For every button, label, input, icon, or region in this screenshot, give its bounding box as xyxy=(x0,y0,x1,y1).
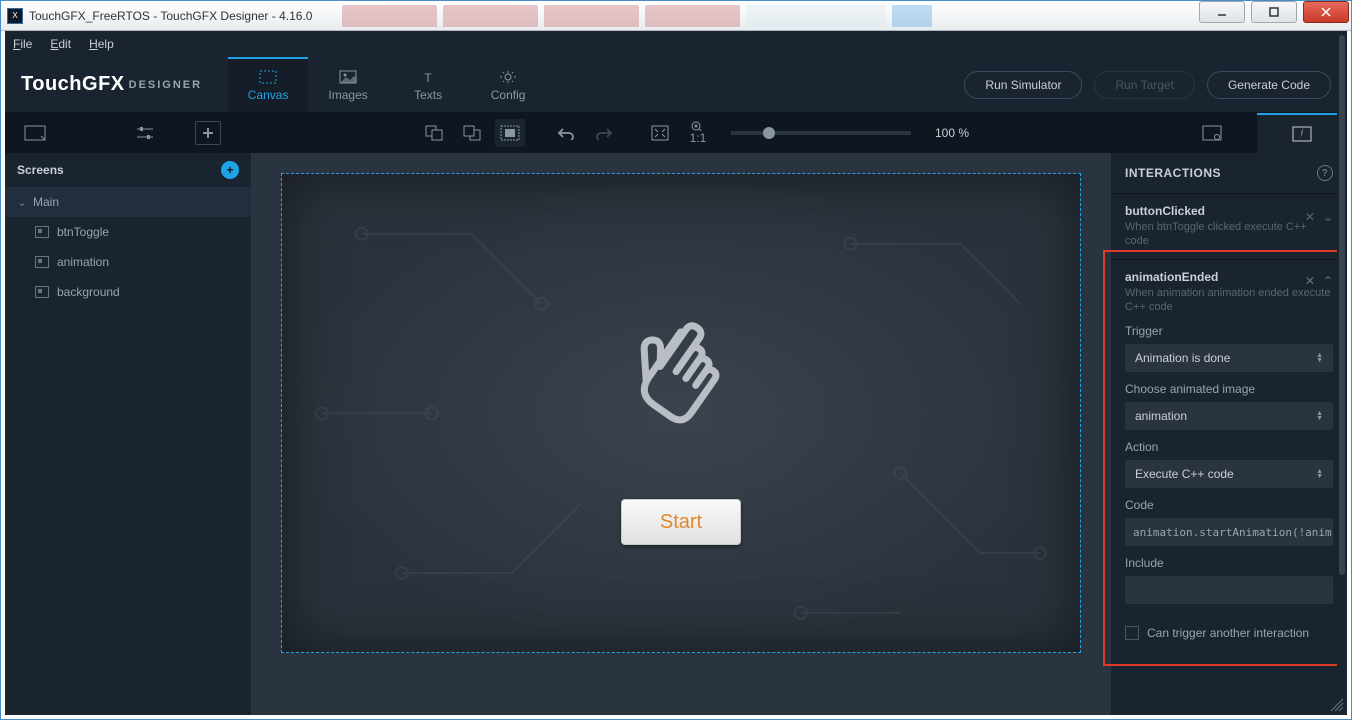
config-icon xyxy=(499,70,517,84)
interactions-panel-icon[interactable] xyxy=(1257,113,1347,153)
main-toolbar: TouchGFX DESIGNER Canvas Images T Texts … xyxy=(5,57,1347,113)
action-label: Action xyxy=(1125,440,1333,454)
screens-header: Screens + xyxy=(5,153,251,187)
maximize-button[interactable] xyxy=(1251,1,1297,23)
fit-selection-icon[interactable] xyxy=(495,119,525,147)
scrollbar-thumb[interactable] xyxy=(1339,153,1345,575)
menu-edit[interactable]: Edit xyxy=(50,37,71,51)
bring-front-icon[interactable] xyxy=(457,119,487,147)
canvas-frame[interactable]: Start xyxy=(281,173,1081,653)
tab-canvas[interactable]: Canvas xyxy=(228,57,308,112)
interaction-buttonclicked[interactable]: buttonClicked When btnToggle clicked exe… xyxy=(1111,193,1347,259)
include-input[interactable] xyxy=(1125,576,1333,604)
chevron-down-icon: ⌄ xyxy=(17,195,29,209)
window-title: TouchGFX_FreeRTOS - TouchGFX Designer - … xyxy=(29,9,312,23)
send-back-icon[interactable] xyxy=(419,119,449,147)
code-input[interactable]: animation.startAnimation(!anim xyxy=(1125,518,1333,546)
help-icon[interactable]: ? xyxy=(1317,165,1333,181)
tab-images[interactable]: Images xyxy=(308,57,388,112)
tree-screen-main[interactable]: ⌄ Main xyxy=(5,187,251,217)
screen-tool-icon[interactable] xyxy=(5,113,65,153)
resize-grip-icon[interactable] xyxy=(1329,697,1345,713)
run-target-button[interactable]: Run Target xyxy=(1094,71,1194,99)
choose-image-select[interactable]: animation ▲▼ xyxy=(1125,402,1333,430)
app-icon: X xyxy=(7,8,23,24)
chevron-down-icon[interactable]: ⌄ xyxy=(1323,210,1333,224)
stepper-icon: ▲▼ xyxy=(1316,411,1323,421)
touch-hand-icon xyxy=(611,305,751,445)
include-label: Include xyxy=(1125,556,1333,570)
trigger-label: Trigger xyxy=(1125,324,1333,338)
tab-config[interactable]: Config xyxy=(468,57,548,112)
texts-icon: T xyxy=(419,70,437,84)
app-frame: File Edit Help TouchGFX DESIGNER Canvas … xyxy=(5,31,1347,715)
svg-text:T: T xyxy=(424,71,432,84)
undo-icon[interactable] xyxy=(551,119,581,147)
zoom-1to1-icon[interactable]: 1:1 xyxy=(683,119,713,147)
stepper-icon: ▲▼ xyxy=(1316,353,1323,363)
tree-item-background[interactable]: background xyxy=(5,277,251,307)
sliders-tool-icon[interactable] xyxy=(115,113,175,153)
properties-panel-icon[interactable] xyxy=(1167,119,1257,147)
code-label: Code xyxy=(1125,498,1333,512)
close-icon[interactable]: ✕ xyxy=(1305,274,1315,288)
generate-code-button[interactable]: Generate Code xyxy=(1207,71,1331,99)
zoom-slider[interactable] xyxy=(731,131,911,135)
menu-file[interactable]: File xyxy=(13,37,32,51)
redo-icon[interactable] xyxy=(589,119,619,147)
canvas-icon xyxy=(259,70,277,84)
tree-item-animation[interactable]: animation xyxy=(5,247,251,277)
choose-image-label: Choose animated image xyxy=(1125,382,1333,396)
can-trigger-checkbox[interactable] xyxy=(1125,626,1139,640)
tab-texts[interactable]: T Texts xyxy=(388,57,468,112)
trigger-select[interactable]: Animation is done ▲▼ xyxy=(1125,344,1333,372)
add-widget-button[interactable] xyxy=(195,121,221,145)
interaction-animationended[interactable]: animationEnded When animation animation … xyxy=(1111,259,1347,615)
menu-help[interactable]: Help xyxy=(89,37,114,51)
screens-tree: ⌄ Main btnToggle animation background xyxy=(5,187,251,715)
add-screen-button[interactable]: + xyxy=(221,161,239,179)
widget-icon xyxy=(35,256,49,268)
widget-icon xyxy=(35,286,49,298)
widget-icon xyxy=(35,226,49,238)
tree-item-btntoggle[interactable]: btnToggle xyxy=(5,217,251,247)
stepper-icon: ▲▼ xyxy=(1316,469,1323,479)
canvas-area: Start xyxy=(251,153,1111,715)
images-icon xyxy=(339,70,357,84)
windows-titlebar: X TouchGFX_FreeRTOS - TouchGFX Designer … xyxy=(1,1,1351,31)
zoom-slider-thumb[interactable] xyxy=(763,127,775,139)
run-simulator-button[interactable]: Run Simulator xyxy=(964,71,1082,99)
menubar: File Edit Help xyxy=(5,31,1347,57)
screens-panel: Screens + ⌄ Main btnToggle animation bac… xyxy=(5,153,251,715)
can-trigger-row: Can trigger another interaction xyxy=(1111,614,1347,652)
interactions-panel: INTERACTIONS ? buttonClicked When btnTog… xyxy=(1111,153,1347,715)
interactions-header: INTERACTIONS ? xyxy=(1111,153,1347,193)
zoom-value: 100 % xyxy=(935,126,969,140)
secondary-toolbar: 1:1 100 % xyxy=(5,113,1347,153)
minimize-button[interactable] xyxy=(1199,1,1245,23)
fit-screen-icon[interactable] xyxy=(645,119,675,147)
close-button[interactable] xyxy=(1303,1,1349,23)
logo: TouchGFX DESIGNER xyxy=(5,57,218,112)
background-tabs xyxy=(312,5,1195,27)
chevron-up-icon[interactable]: ⌃ xyxy=(1323,274,1333,288)
start-button[interactable]: Start xyxy=(621,499,741,545)
close-icon[interactable]: ✕ xyxy=(1305,210,1315,224)
scrollbar[interactable] xyxy=(1337,153,1347,695)
action-select[interactable]: Execute C++ code ▲▼ xyxy=(1125,460,1333,488)
